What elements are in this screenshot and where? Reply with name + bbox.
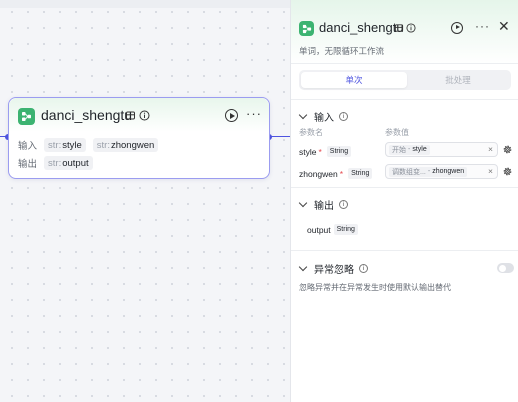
divider bbox=[291, 99, 518, 100]
output-type-tag: String bbox=[333, 224, 358, 235]
workflow-node-card[interactable]: danci_shengtu ··· 输入 str: style str: zhong… bbox=[8, 97, 270, 179]
workflow-logo-icon bbox=[18, 108, 35, 125]
param-row: zhongwen * String 调数组变... - zhongwen × bbox=[299, 164, 513, 180]
node-inputs-row: 输入 str: style str: zhongwen bbox=[18, 138, 159, 152]
exception-section-header[interactable]: 异常忽略 i bbox=[298, 261, 368, 276]
chevron-down-icon[interactable] bbox=[298, 262, 308, 272]
database-icon bbox=[126, 111, 135, 120]
info-icon[interactable] bbox=[406, 23, 416, 33]
divider bbox=[291, 63, 518, 64]
tab-batch[interactable]: 批处理 bbox=[407, 72, 509, 88]
param-value-reference-field[interactable]: 开始 - style × bbox=[385, 142, 498, 157]
param-name: zhongwen * String bbox=[299, 168, 373, 179]
clear-icon[interactable]: × bbox=[488, 166, 493, 176]
required-marker: * bbox=[339, 168, 344, 179]
divider bbox=[291, 250, 518, 251]
param-value-reference-field[interactable]: 调数组变... - zhongwen × bbox=[385, 164, 498, 179]
node-input-tag: str: zhongwen bbox=[92, 138, 159, 152]
close-icon[interactable]: ✕ bbox=[498, 18, 510, 35]
param-value-column-header: 参数值 bbox=[385, 128, 409, 137]
chevron-down-icon[interactable] bbox=[298, 110, 308, 120]
clear-icon[interactable]: × bbox=[488, 144, 493, 154]
run-node-icon[interactable] bbox=[225, 109, 238, 122]
output-item: output String bbox=[307, 224, 358, 235]
output-section-header[interactable]: 输出 i bbox=[298, 197, 348, 212]
ignore-exception-toggle[interactable] bbox=[497, 263, 514, 273]
more-options-icon[interactable]: ··· bbox=[475, 19, 490, 33]
param-row: style * String 开始 - style × bbox=[299, 142, 513, 158]
info-icon[interactable]: i bbox=[339, 112, 348, 121]
tab-single[interactable]: 单次 bbox=[301, 72, 407, 88]
reference-chip: 调数组变... - zhongwen bbox=[389, 166, 468, 177]
node-output-tag: str: output bbox=[44, 156, 93, 170]
info-icon[interactable] bbox=[139, 110, 150, 121]
outgoing-edge[interactable] bbox=[270, 136, 290, 138]
node-settings-panel: danci_shengtu ··· ✕ 单词，无限循环工作流 单次 批处理 输入… bbox=[290, 0, 518, 402]
divider bbox=[291, 187, 518, 188]
chevron-down-icon[interactable] bbox=[298, 198, 308, 208]
run-mode-tabs: 单次 批处理 bbox=[299, 70, 511, 90]
param-name-column-header: 参数名 bbox=[299, 128, 323, 137]
panel-title[interactable]: danci_shengtu bbox=[319, 20, 404, 35]
workflow-canvas[interactable] bbox=[0, 0, 290, 402]
input-section-title: 输入 bbox=[314, 113, 334, 124]
node-inputs-label: 输入 bbox=[18, 141, 38, 152]
param-type-tag: String bbox=[348, 168, 373, 179]
node-title: danci_shengtu bbox=[41, 107, 133, 123]
info-icon[interactable]: i bbox=[359, 264, 368, 273]
reference-chip: 开始 - style bbox=[389, 144, 430, 155]
exception-section-title: 异常忽略 bbox=[314, 265, 354, 276]
gear-icon[interactable] bbox=[502, 166, 513, 177]
run-node-icon[interactable] bbox=[451, 22, 463, 34]
canvas-top-strip bbox=[0, 0, 290, 8]
output-section-title: 输出 bbox=[314, 201, 334, 212]
info-icon[interactable]: i bbox=[339, 200, 348, 209]
param-type-tag: String bbox=[326, 146, 352, 157]
database-icon bbox=[394, 24, 404, 32]
node-outputs-label: 输出 bbox=[18, 159, 38, 170]
exception-note: 忽略异常并在异常发生时使用默认输出替代 bbox=[299, 283, 451, 292]
node-input-tag: str: style bbox=[44, 138, 86, 152]
param-name: style * String bbox=[299, 146, 352, 157]
gear-icon[interactable] bbox=[502, 144, 513, 155]
node-outputs-row: 输出 str: output bbox=[18, 156, 93, 170]
workflow-logo-icon bbox=[299, 21, 314, 36]
required-marker: * bbox=[318, 146, 322, 157]
panel-description[interactable]: 单词，无限循环工作流 bbox=[299, 45, 384, 57]
more-options-icon[interactable]: ··· bbox=[246, 106, 262, 121]
input-section-header[interactable]: 输入 i bbox=[298, 109, 348, 124]
